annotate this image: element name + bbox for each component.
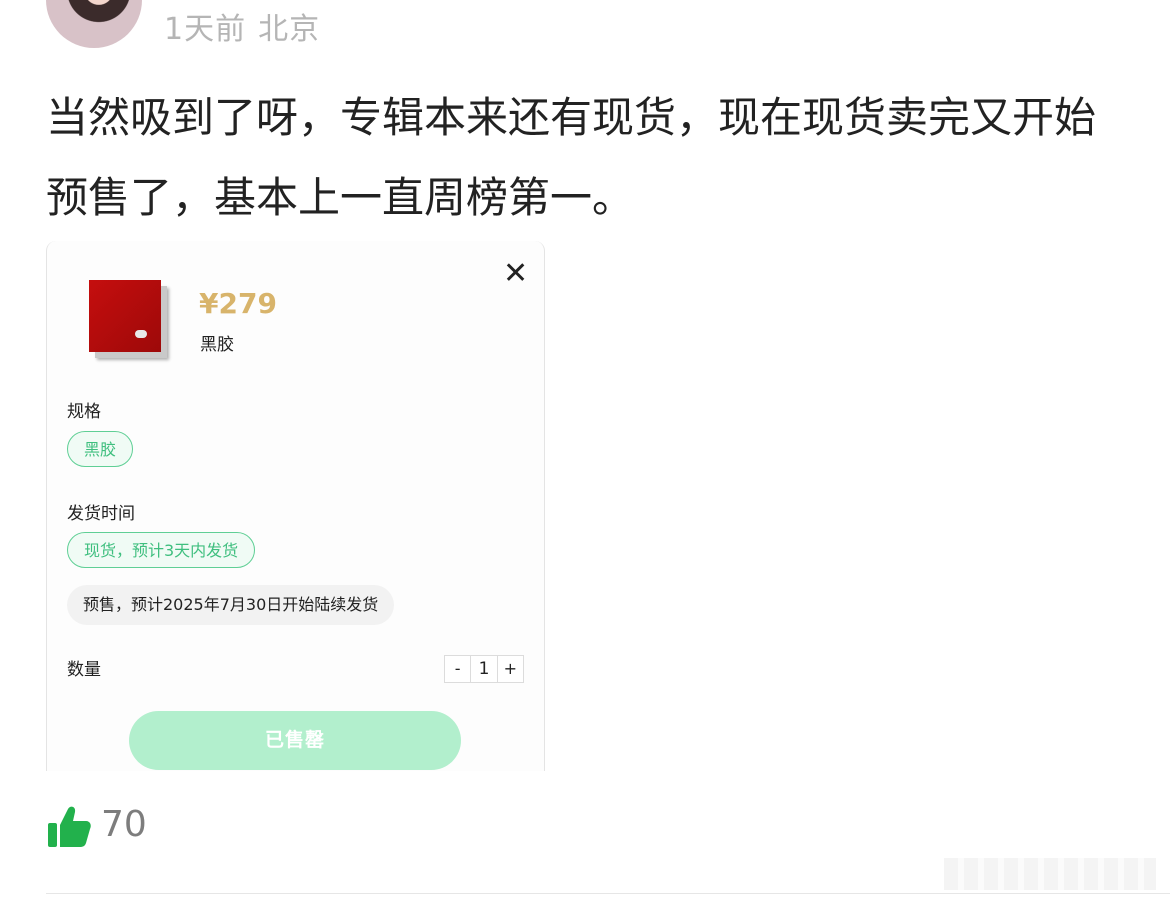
comment-location: 北京	[258, 12, 321, 47]
quantity-increment-button[interactable]: +	[498, 656, 523, 682]
shipping-option-in-stock[interactable]: 现货，预计3天内发货	[67, 532, 256, 568]
divider	[46, 893, 1170, 894]
quantity-label: 数量	[67, 660, 101, 680]
spec-label: 规格	[67, 402, 101, 422]
avatar[interactable]	[46, 0, 142, 48]
shipping-label: 发货时间	[67, 504, 135, 524]
close-icon[interactable]: ✕	[503, 259, 528, 289]
comment-page: 1天前 北京 当然吸到了呀，专辑本来还有现货，现在现货卖完又开始预售了，基本上一直…	[0, 0, 1170, 905]
watermark-image	[944, 858, 1156, 890]
product-image	[89, 280, 161, 352]
like-count: 70	[101, 804, 147, 845]
comment-meta: 1天前 北京	[164, 4, 332, 48]
comment-text: 当然吸到了呀，专辑本来还有现货，现在现货卖完又开始预售了，基本上一直周榜第一。	[46, 93, 1097, 222]
sold-out-button[interactable]: 已售罄	[129, 711, 461, 770]
quantity-value[interactable]: 1	[470, 656, 498, 682]
product-variant-name: 黑胶	[200, 335, 234, 355]
product-logo-badge	[135, 330, 147, 338]
quantity-decrement-button[interactable]: -	[445, 656, 470, 682]
comment-time: 1天前	[164, 12, 247, 47]
spec-option-vinyl[interactable]: 黑胶	[67, 431, 134, 467]
product-price: ¥279	[199, 287, 277, 320]
quantity-stepper: - 1 +	[444, 655, 524, 683]
shipping-option-presale[interactable]: 预售，预计2025年7月30日开始陆续发货	[67, 585, 395, 625]
thumbs-up-icon[interactable]	[46, 803, 92, 849]
product-selection-card: ✕ ¥279 黑胶 规格 黑胶 发货时间 现货，预计3天内发货 预售，预计202…	[46, 241, 545, 771]
